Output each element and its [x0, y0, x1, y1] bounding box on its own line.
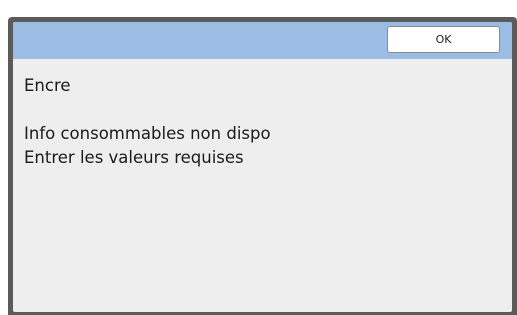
message-line-1: Info consommables non dispo [24, 124, 271, 143]
screen: OK Encre Info consommables non dispo Ent… [0, 0, 517, 315]
ok-button[interactable]: OK [387, 26, 500, 53]
dialog-title-bar: OK [13, 22, 512, 59]
dialog-content: Encre Info consommables non dispo Entrer… [24, 74, 494, 170]
message-dialog: OK Encre Info consommables non dispo Ent… [13, 22, 512, 312]
message-list: Info consommables non dispo Entrer les v… [24, 122, 494, 170]
message-line-2: Entrer les valeurs requises [24, 148, 244, 167]
dialog-heading: Encre [24, 76, 71, 95]
